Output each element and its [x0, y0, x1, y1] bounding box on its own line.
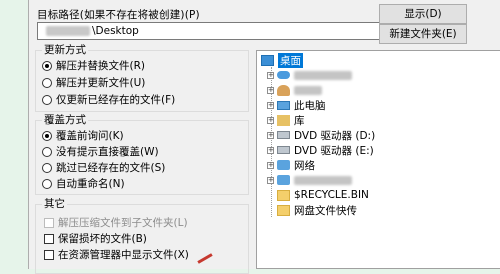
expand-icon[interactable]: + — [267, 131, 274, 139]
overwrite-mode-title: 覆盖方式 — [42, 113, 88, 127]
computer-icon — [277, 100, 290, 110]
tree-item-recycle-bin[interactable]: $RECYCLE.BIN — [277, 188, 369, 202]
overwrite-mode-group: 覆盖方式 覆盖前询问(K) 没有提示直接覆盖(W) 跳过已经存在的文件(S) 自… — [35, 113, 249, 195]
tree-item-cloud-transfer[interactable]: 网盘文件快传 — [277, 203, 357, 217]
radio-update-existing[interactable]: 仅更新已经存在的文件(F) — [42, 92, 175, 107]
radio-overwrite-without-prompt[interactable]: 没有提示直接覆盖(W) — [42, 144, 159, 159]
radio-extract-update[interactable]: 解压并更新文件(U) — [42, 75, 145, 90]
tree-item-label: 网络 — [294, 159, 315, 172]
radio-button[interactable] — [42, 178, 52, 189]
expand-icon[interactable]: + — [267, 176, 274, 184]
update-mode-title: 更新方式 — [42, 43, 88, 57]
background-panel — [0, 0, 28, 269]
new-folder-button[interactable]: 新建文件夹(E) — [379, 24, 467, 44]
checkbox[interactable] — [44, 249, 54, 260]
checkbox-show-in-explorer[interactable]: 在资源管理器中显示文件(X) — [44, 247, 189, 262]
other-options-group: 其它 解压压缩文件到子文件夹(L) 保留损坏的文件(B) 在资源管理器中显示文件… — [35, 197, 249, 274]
update-mode-group: 更新方式 解压并替换文件(R) 解压并更新文件(U) 仅更新已经存在的文件(F) — [35, 43, 249, 112]
redacted-name — [294, 85, 322, 95]
tree-item-network-share[interactable]: + — [267, 173, 352, 187]
folder-icon — [277, 204, 290, 216]
library-icon — [277, 114, 290, 126]
expand-icon[interactable]: + — [267, 86, 274, 94]
radio-button-selected[interactable] — [42, 60, 52, 71]
other-options-title: 其它 — [42, 197, 67, 211]
option-label: 没有提示直接覆盖(W) — [56, 146, 159, 158]
expand-icon[interactable]: + — [267, 71, 274, 79]
destination-path-value: \Desktop — [92, 25, 139, 37]
network-share-icon — [277, 175, 290, 185]
option-label: 保留损坏的文件(B) — [58, 233, 147, 245]
cloud-icon — [277, 71, 290, 79]
radio-auto-rename[interactable]: 自动重命名(N) — [42, 176, 125, 191]
expand-icon[interactable]: + — [267, 161, 274, 169]
expand-icon[interactable]: + — [267, 101, 274, 109]
option-label: 解压并替换文件(R) — [56, 60, 145, 72]
tree-item-dvd-e[interactable]: + DVD 驱动器 (E:) — [267, 143, 374, 157]
radio-button[interactable] — [42, 162, 52, 173]
tree-item-user[interactable]: + — [267, 83, 322, 97]
checkbox-keep-broken-files[interactable]: 保留损坏的文件(B) — [44, 231, 147, 246]
tree-item-desktop[interactable]: 桌面 — [261, 52, 303, 68]
radio-extract-replace[interactable]: 解压并替换文件(R) — [42, 58, 145, 73]
radio-button[interactable] — [42, 77, 52, 88]
redacted-path-segment — [46, 26, 90, 36]
tree-item-network[interactable]: + 网络 — [267, 158, 315, 172]
folder-tree[interactable]: 桌面 + + + 此电脑 + 库 + DVD 驱动器 (D:) + DVD 驱动… — [256, 50, 500, 269]
tree-item-label: 此电脑 — [294, 99, 326, 112]
radio-button-selected[interactable] — [42, 130, 52, 141]
checkbox[interactable] — [44, 217, 54, 228]
option-label: 解压并更新文件(U) — [56, 77, 146, 89]
tree-item-this-pc[interactable]: + 此电脑 — [267, 98, 326, 112]
show-button[interactable]: 显示(D) — [379, 4, 467, 24]
redacted-name — [294, 70, 352, 80]
option-label: 在资源管理器中显示文件(X) — [58, 249, 189, 261]
radio-button[interactable] — [42, 146, 52, 157]
option-label: 解压压缩文件到子文件夹(L) — [58, 217, 188, 229]
checkbox[interactable] — [44, 233, 54, 244]
tree-item-dvd-d[interactable]: + DVD 驱动器 (D:) — [267, 128, 375, 142]
destination-path-label: 目标路径(如果不存在将被创建)(P) — [37, 9, 200, 21]
redacted-name — [294, 175, 352, 185]
tree-item-label: 库 — [294, 114, 305, 127]
option-label: 覆盖前询问(K) — [56, 130, 124, 142]
network-icon — [277, 160, 290, 170]
radio-button[interactable] — [42, 94, 52, 105]
checkbox-extract-to-subfolder[interactable]: 解压压缩文件到子文件夹(L) — [44, 215, 188, 230]
dvd-drive-icon — [277, 146, 290, 154]
dvd-drive-icon — [277, 131, 290, 139]
option-label: 跳过已经存在的文件(S) — [56, 162, 166, 174]
expand-icon[interactable]: + — [267, 116, 274, 124]
option-label: 仅更新已经存在的文件(F) — [56, 94, 176, 106]
tree-item-libraries[interactable]: + 库 — [267, 113, 305, 127]
tree-item-label: DVD 驱动器 (E:) — [294, 144, 374, 157]
option-label: 自动重命名(N) — [56, 178, 125, 190]
folder-icon — [277, 189, 290, 201]
expand-icon[interactable]: + — [267, 146, 274, 154]
destination-path-combobox[interactable]: \Desktop ⌄ — [37, 22, 394, 40]
tree-item-label: 桌面 — [278, 52, 303, 68]
desktop-icon — [261, 54, 274, 66]
tree-item-label: 网盘文件快传 — [294, 204, 357, 217]
radio-skip-existing[interactable]: 跳过已经存在的文件(S) — [42, 160, 165, 175]
radio-ask-before-overwrite[interactable]: 覆盖前询问(K) — [42, 128, 124, 143]
tree-item-cloud[interactable]: + — [267, 68, 352, 82]
tree-item-label: DVD 驱动器 (D:) — [294, 129, 376, 142]
extract-options-dialog: 目标路径(如果不存在将被创建)(P) \Desktop ⌄ 显示(D) 新建文件… — [28, 0, 500, 274]
tree-item-label: $RECYCLE.BIN — [294, 189, 369, 201]
user-icon — [277, 84, 290, 96]
